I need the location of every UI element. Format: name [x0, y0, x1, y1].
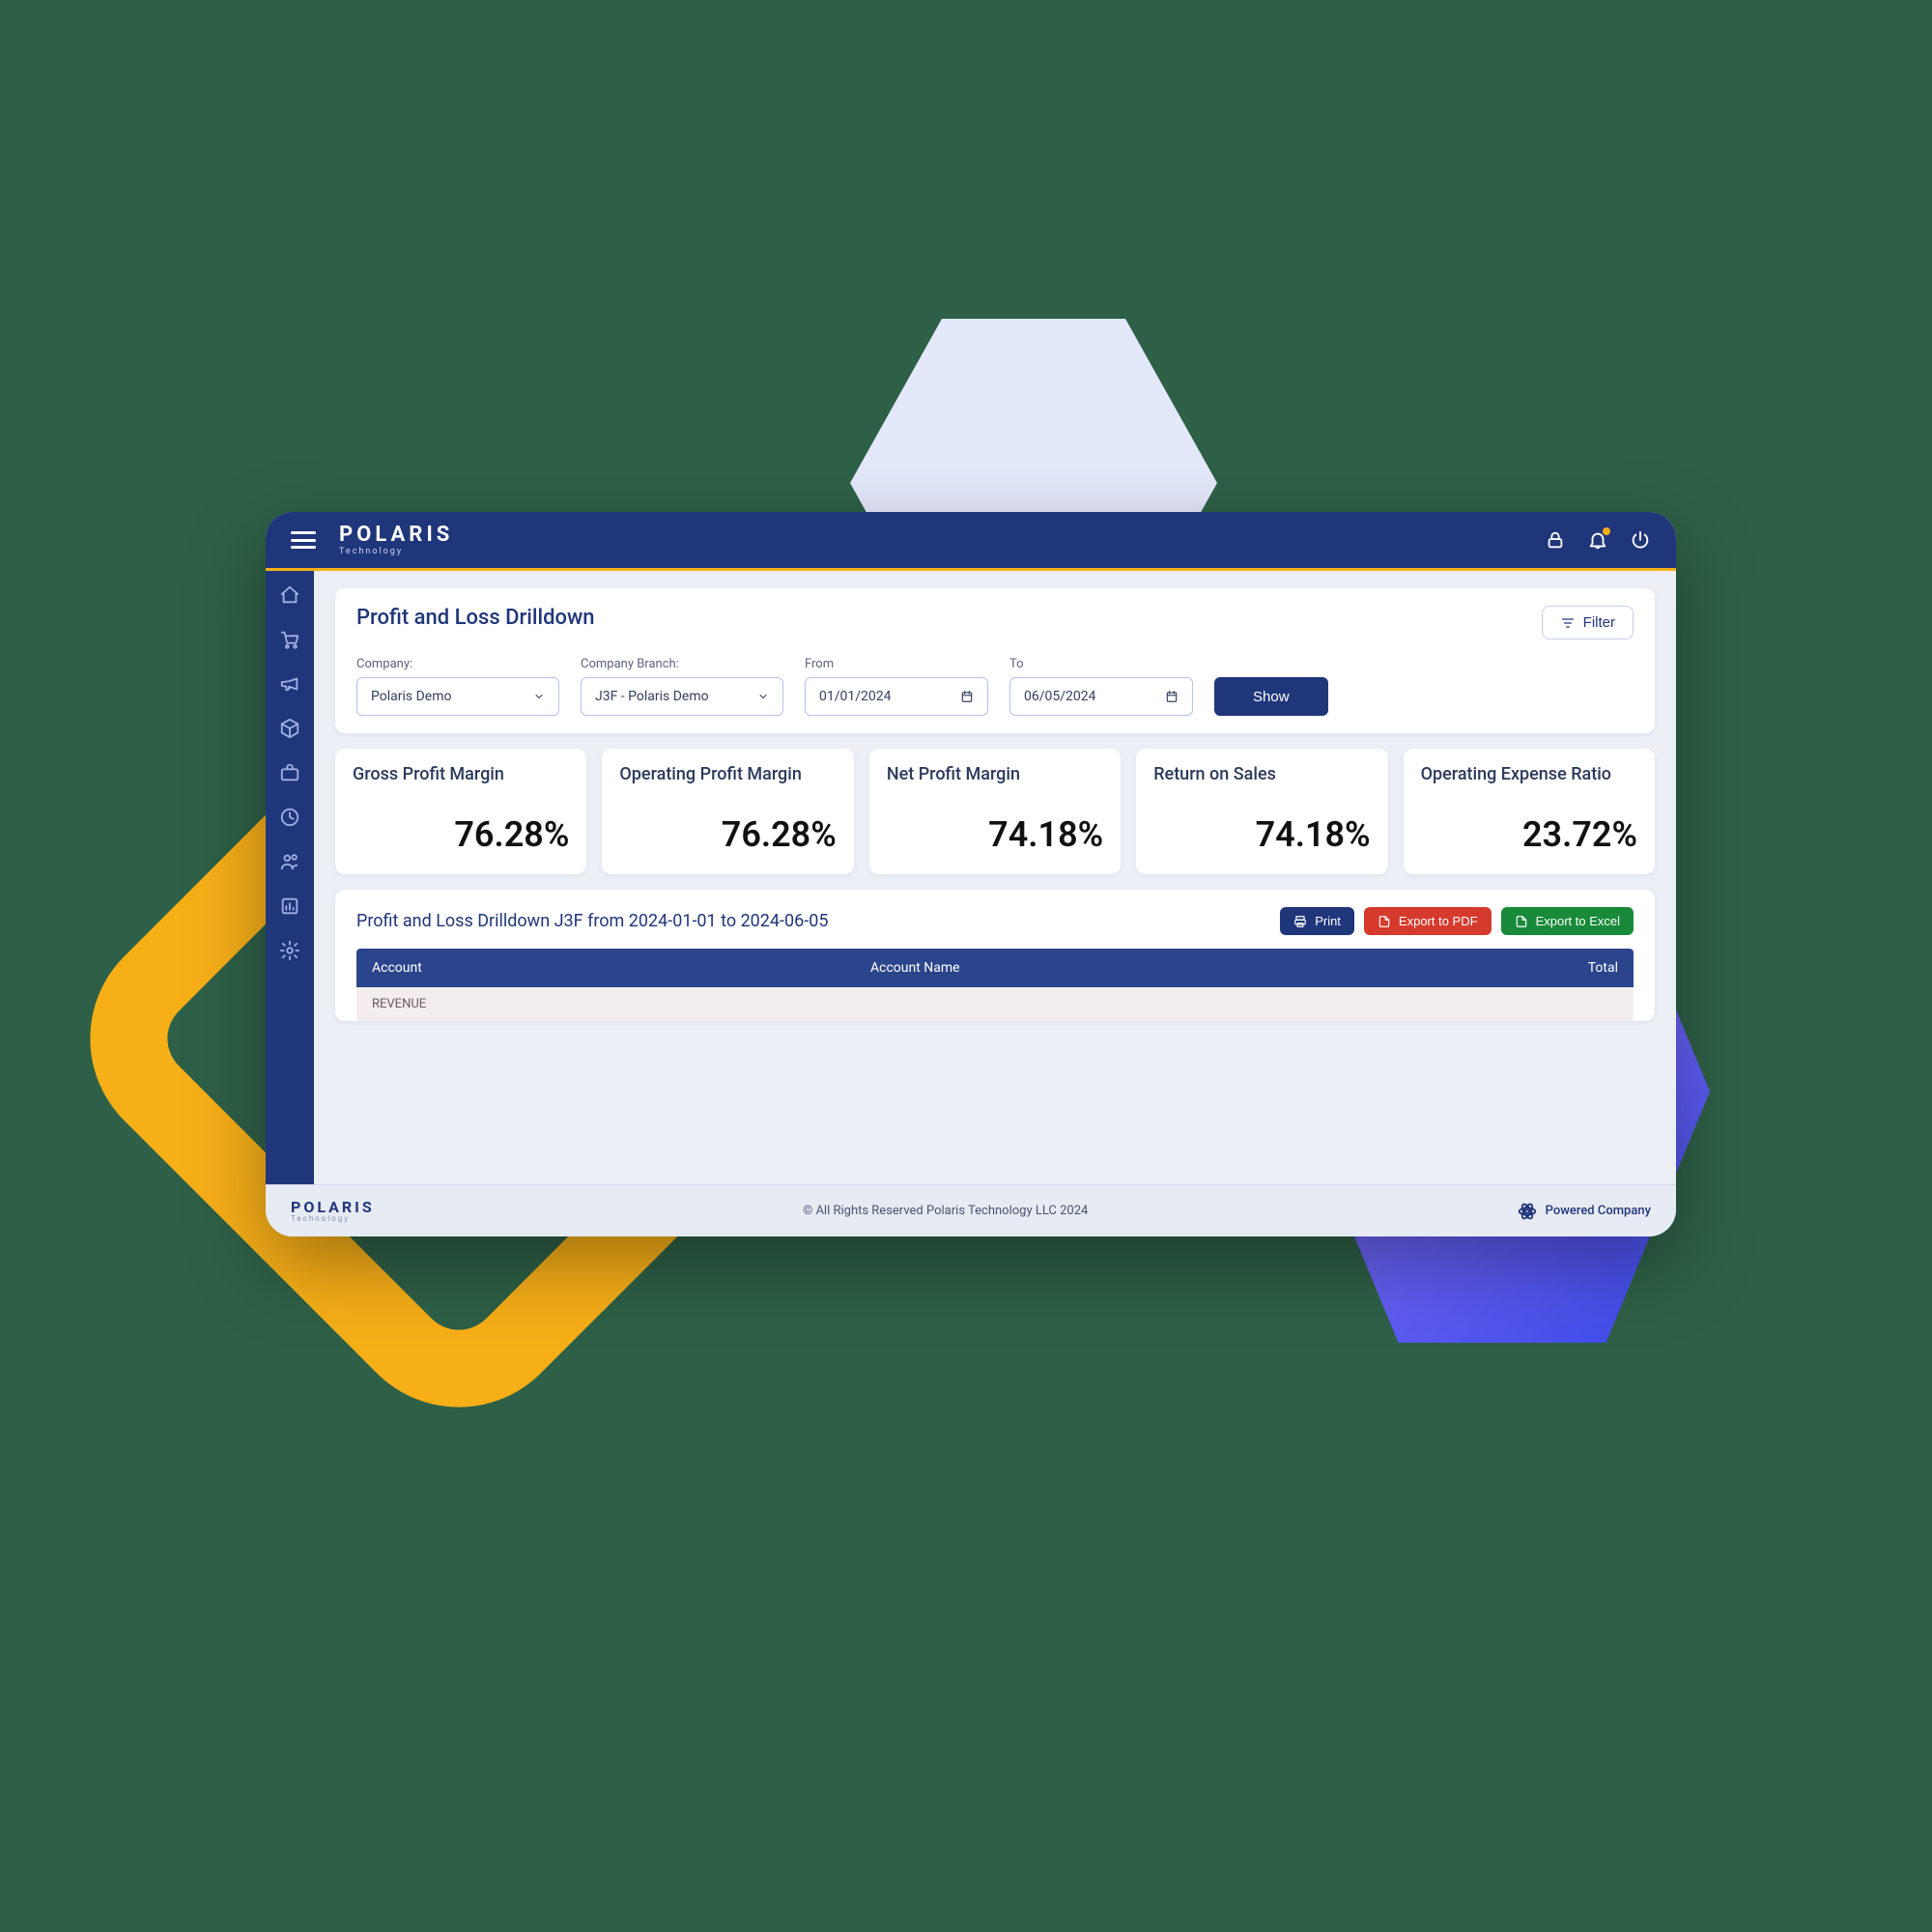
file-excel-icon	[1515, 915, 1528, 928]
footer-brand-sub: Technology	[291, 1215, 375, 1223]
col-total: Total	[1541, 960, 1618, 976]
filter-card: Profit and Loss Drilldown Filter Company…	[335, 588, 1655, 733]
printer-icon	[1293, 915, 1307, 928]
menu-toggle-button[interactable]	[291, 531, 316, 549]
kpi-label: Gross Profit Margin	[353, 764, 569, 784]
kpi-card: Net Profit Margin 74.18%	[869, 749, 1121, 874]
lock-icon[interactable]	[1545, 529, 1566, 551]
export-excel-button[interactable]: Export to Excel	[1501, 907, 1634, 935]
branch-value: J3F - Polaris Demo	[595, 689, 709, 704]
kpi-label: Return on Sales	[1153, 764, 1370, 784]
to-label: To	[1009, 657, 1193, 671]
megaphone-icon[interactable]	[279, 673, 300, 695]
sidebar	[266, 571, 314, 1184]
topbar-actions	[1545, 529, 1651, 551]
footer-powered: Powered Company	[1517, 1201, 1651, 1222]
kpi-value: 76.28%	[619, 814, 836, 855]
footer-brand: POLARIS	[291, 1200, 375, 1215]
company-label: Company:	[356, 657, 559, 671]
calendar-icon	[960, 690, 974, 703]
calendar-icon	[1165, 690, 1179, 703]
from-value: 01/01/2024	[819, 689, 892, 704]
brand-name: POLARIS	[339, 525, 453, 546]
kpi-card: Gross Profit Margin 76.28%	[335, 749, 586, 874]
footer: POLARIS Technology © All Rights Reserved…	[266, 1184, 1676, 1236]
bar-chart-icon[interactable]	[279, 895, 300, 917]
from-date-input[interactable]: 01/01/2024	[805, 677, 988, 716]
print-label: Print	[1315, 914, 1341, 928]
footer-logo: POLARIS Technology	[291, 1200, 375, 1223]
table-row[interactable]: REVENUE	[356, 987, 1634, 1021]
brand-sub: Technology	[339, 548, 453, 556]
cart-icon[interactable]	[279, 629, 300, 650]
home-icon[interactable]	[279, 584, 300, 606]
footer-powered-label: Powered Company	[1546, 1204, 1651, 1218]
company-select[interactable]: Polaris Demo	[356, 677, 559, 716]
file-pdf-icon	[1378, 915, 1391, 928]
filter-button[interactable]: Filter	[1542, 606, 1634, 639]
company-value: Polaris Demo	[371, 689, 451, 704]
kpi-row: Gross Profit Margin 76.28% Operating Pro…	[335, 749, 1655, 874]
brand-logo: POLARIS Technology	[339, 525, 453, 556]
filter-button-label: Filter	[1583, 614, 1615, 631]
kpi-value: 76.28%	[353, 814, 569, 855]
chevron-down-icon	[757, 691, 769, 702]
report-card: Profit and Loss Drilldown J3F from 2024-…	[335, 890, 1655, 1021]
chevron-down-icon	[533, 691, 545, 702]
kpi-value: 74.18%	[1153, 814, 1370, 855]
row-account: REVENUE	[372, 997, 426, 1011]
briefcase-icon[interactable]	[279, 762, 300, 783]
export-pdf-button[interactable]: Export to PDF	[1364, 907, 1492, 935]
to-date-input[interactable]: 06/05/2024	[1009, 677, 1193, 716]
kpi-card: Operating Expense Ratio 23.72%	[1404, 749, 1655, 874]
topbar: POLARIS Technology	[266, 512, 1676, 568]
users-icon[interactable]	[279, 851, 300, 872]
kpi-value: 74.18%	[887, 814, 1103, 855]
settings-icon[interactable]	[279, 940, 300, 961]
footer-copyright: © All Rights Reserved Polaris Technology…	[803, 1204, 1088, 1218]
notification-dot	[1603, 527, 1610, 535]
export-excel-label: Export to Excel	[1536, 914, 1620, 928]
report-actions: Print Export to PDF Export to Excel	[1280, 907, 1634, 935]
kpi-label: Operating Profit Margin	[619, 764, 836, 784]
col-account-name: Account Name	[870, 960, 1541, 976]
from-label: From	[805, 657, 988, 671]
app-window: POLARIS Technology	[266, 512, 1676, 1236]
to-value: 06/05/2024	[1024, 689, 1096, 704]
cube-icon[interactable]	[279, 718, 300, 739]
print-button[interactable]: Print	[1280, 907, 1354, 935]
branch-label: Company Branch:	[581, 657, 783, 671]
kpi-label: Operating Expense Ratio	[1421, 764, 1637, 784]
main-content: Profit and Loss Drilldown Filter Company…	[314, 571, 1676, 1184]
page-title: Profit and Loss Drilldown	[356, 606, 595, 630]
kpi-card: Return on Sales 74.18%	[1136, 749, 1387, 874]
bell-icon[interactable]	[1587, 529, 1608, 551]
table-header: Account Account Name Total	[356, 949, 1634, 987]
kpi-card: Operating Profit Margin 76.28%	[602, 749, 853, 874]
atom-icon	[1517, 1201, 1538, 1222]
export-pdf-label: Export to PDF	[1399, 914, 1478, 928]
col-account: Account	[372, 960, 870, 976]
kpi-label: Net Profit Margin	[887, 764, 1103, 784]
branch-select[interactable]: J3F - Polaris Demo	[581, 677, 783, 716]
report-title: Profit and Loss Drilldown J3F from 2024-…	[356, 911, 828, 931]
clock-icon[interactable]	[279, 807, 300, 828]
kpi-value: 23.72%	[1421, 814, 1637, 855]
show-button[interactable]: Show	[1214, 677, 1328, 716]
power-icon[interactable]	[1630, 529, 1651, 551]
